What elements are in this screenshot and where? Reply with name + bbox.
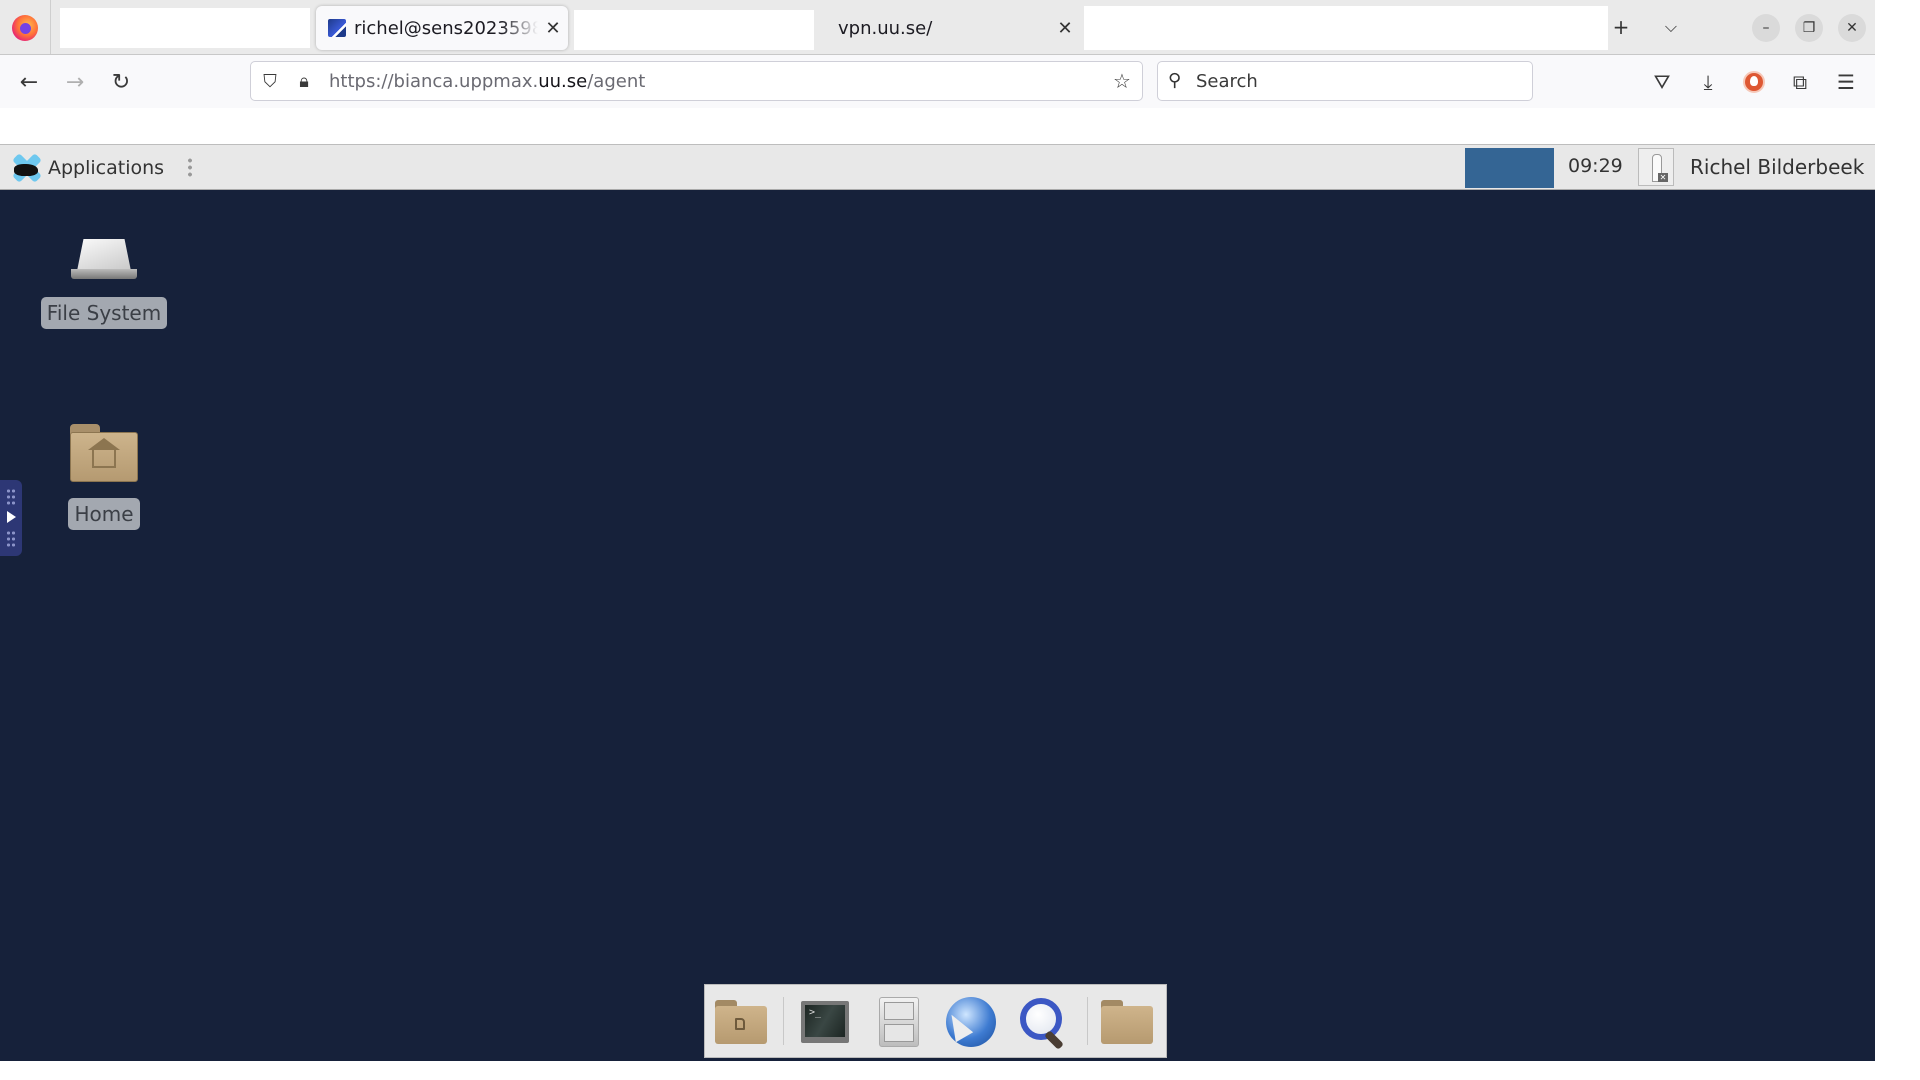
desktop-icon-file-system[interactable]: File System <box>34 239 174 329</box>
clock[interactable]: 09:29 <box>1568 155 1623 177</box>
dock-web-browser[interactable] <box>942 995 999 1049</box>
content-top-strip <box>0 108 1868 144</box>
expand-arrow-icon <box>7 511 16 523</box>
applications-menu-button[interactable]: Applications <box>10 151 164 185</box>
bookmark-star-icon[interactable]: ☆ <box>1111 69 1133 93</box>
tab-close-icon[interactable]: ✕ <box>1050 18 1080 39</box>
pocket-icon[interactable]: ⛛ <box>1646 66 1678 98</box>
xfce-dock: >_ <box>704 984 1167 1058</box>
url-text[interactable]: https://bianca.uppmax.uu.se/agent <box>329 71 645 92</box>
dock-terminal[interactable]: >_ <box>797 995 853 1049</box>
minimize-icon[interactable]: – <box>1752 14 1780 42</box>
reload-icon[interactable]: ↻ <box>104 65 138 99</box>
hard-drive-icon <box>71 239 137 281</box>
search-icon: ⚲ <box>1168 70 1182 91</box>
tracking-shield-icon[interactable]: ⛉ <box>259 70 281 92</box>
lock-icon[interactable]: 🔒︎ <box>293 70 315 92</box>
firefox-logo-icon[interactable] <box>12 15 38 41</box>
dock-app-finder[interactable] <box>1015 995 1071 1050</box>
remote-desktop[interactable]: Applications 09:29 ✕ Richel Bilderbeek F… <box>0 144 1875 1061</box>
dock-separator <box>1087 997 1088 1045</box>
redacted-tab[interactable] <box>60 8 310 48</box>
terminal-icon: >_ <box>801 1001 849 1043</box>
restore-icon[interactable]: ❐ <box>1795 14 1823 42</box>
tab-bianca[interactable]: richel@sens2023598-bianca ✕ <box>316 6 568 50</box>
xfce-top-panel: Applications 09:29 ✕ Richel Bilderbeek <box>0 144 1875 190</box>
thinlinc-favicon-icon <box>328 19 346 37</box>
redacted-tab[interactable] <box>574 10 814 50</box>
tab-close-icon[interactable]: ✕ <box>538 18 568 39</box>
applications-label: Applications <box>48 157 165 179</box>
downloads-icon[interactable]: ⤓ <box>1692 66 1724 98</box>
drag-dots <box>6 530 16 548</box>
folder-desktop-icon <box>715 1000 767 1044</box>
panel-separator-handle[interactable] <box>188 157 192 179</box>
desktop-icon-label: Home <box>68 498 140 530</box>
folder-icon <box>1101 1000 1153 1044</box>
drag-dots <box>6 488 16 506</box>
browser-nav-bar: ← → ↻ ⛉ 🔒︎ https://bianca.uppmax.uu.se/a… <box>0 55 1875 108</box>
list-all-tabs-chevron-down-icon[interactable]: ⌵ <box>1654 10 1688 44</box>
dock-file-manager[interactable] <box>871 995 927 1049</box>
dock-folder[interactable] <box>1099 995 1155 1049</box>
duckduckgo-icon[interactable] <box>1738 66 1770 98</box>
close-window-icon[interactable]: ✕ <box>1838 14 1866 42</box>
tab-title: richel@sens2023598-bianca <box>354 17 538 39</box>
tab-title: vpn.uu.se/ <box>838 17 933 39</box>
magnifier-icon <box>1018 996 1068 1050</box>
duckduckgo-logo <box>1743 71 1765 93</box>
dock-separator <box>783 997 784 1045</box>
desktop-icon-label: File System <box>40 297 168 329</box>
forward-arrow-icon[interactable]: → <box>58 65 92 99</box>
back-arrow-icon[interactable]: ← <box>12 65 46 99</box>
menu-icon[interactable]: ☰ <box>1830 66 1862 98</box>
new-tab-button[interactable]: + <box>1604 10 1638 44</box>
thinlinc-side-panel-handle[interactable] <box>0 480 22 556</box>
user-menu[interactable]: Richel Bilderbeek <box>1690 155 1864 179</box>
xfce-mouse-icon <box>10 153 44 183</box>
dock-show-desktop[interactable] <box>713 995 769 1049</box>
extensions-icon[interactable]: ⧉ <box>1784 66 1816 98</box>
redacted-tab[interactable] <box>1084 6 1608 50</box>
workspace-switcher[interactable] <box>1465 148 1554 188</box>
file-cabinet-icon <box>879 997 919 1047</box>
desktop-icon-home[interactable]: Home <box>34 424 174 530</box>
url-bar[interactable]: ⛉ 🔒︎ https://bianca.uppmax.uu.se/agent ☆ <box>250 61 1143 101</box>
home-folder-icon <box>70 424 138 482</box>
tab-vpn[interactable]: vpn.uu.se/ ✕ <box>820 6 1080 50</box>
tabbar-divider <box>50 0 51 54</box>
notification-plugin-icon[interactable]: ✕ <box>1638 148 1674 186</box>
globe-icon <box>942 997 996 1047</box>
search-placeholder: Search <box>1196 71 1258 92</box>
browser-tab-bar: richel@sens2023598-bianca ✕ vpn.uu.se/ ✕… <box>0 0 1875 55</box>
search-input[interactable]: ⚲ Search <box>1157 61 1533 101</box>
